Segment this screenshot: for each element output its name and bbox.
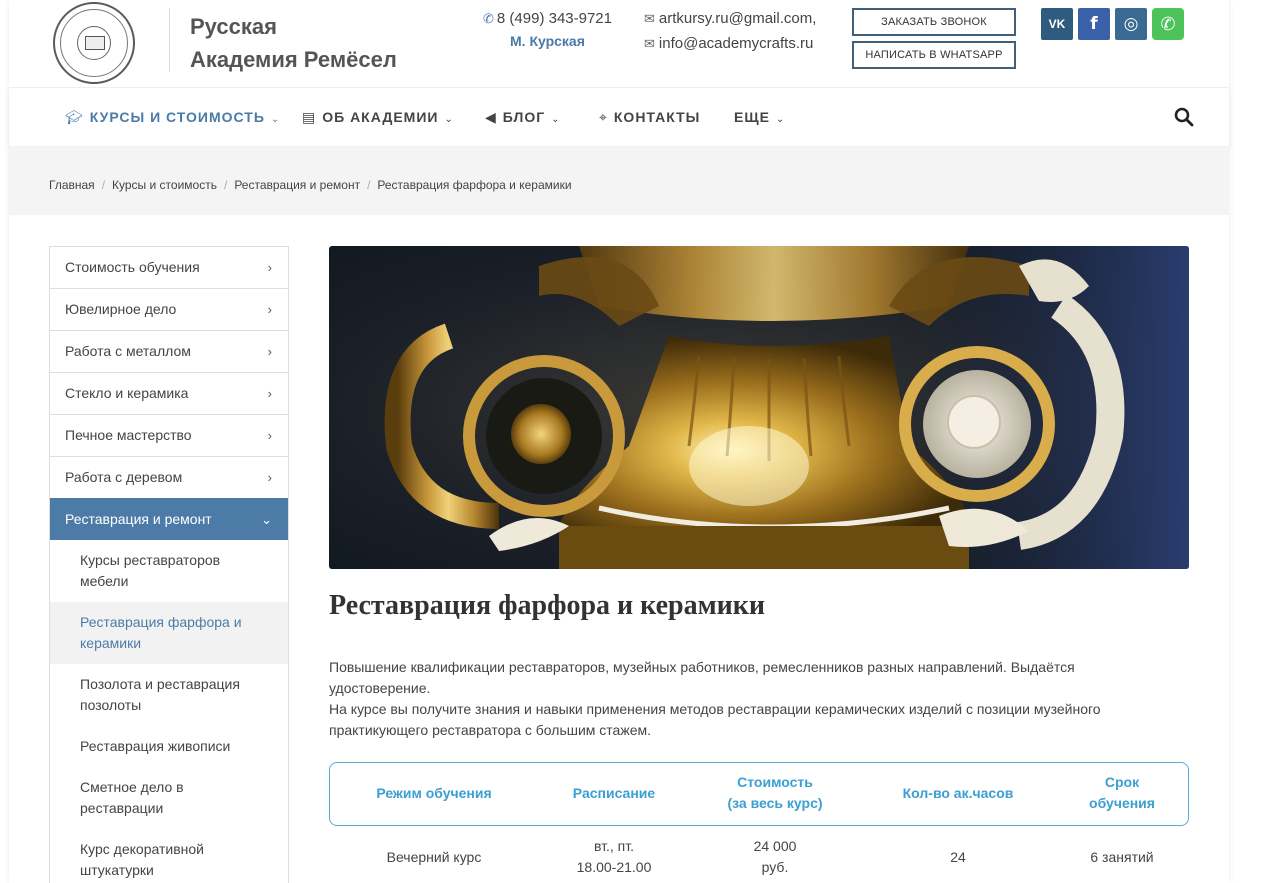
chevron-down-icon: ⌄ [551, 114, 561, 125]
chevron-right-icon: › [267, 260, 272, 275]
sidebar-subitem-porcelain[interactable]: Реставрация фарфора и керамики [50, 602, 288, 664]
map-pin-icon: ⌖ [599, 109, 608, 125]
brand-name[interactable]: Русская Академия Ремёсел [190, 10, 397, 76]
envelope-icon: ✉ [644, 36, 655, 51]
chevron-right-icon: › [267, 302, 272, 317]
sidebar-subitem-gilding[interactable]: Позолота и реставрация позолоты [50, 664, 288, 726]
table-header-duration: Срок обучения [1089, 774, 1155, 811]
megaphone-icon: ◀ [485, 109, 497, 125]
whatsapp-button[interactable]: НАПИСАТЬ В WHATSAPP [852, 41, 1016, 69]
chevron-right-icon: › [267, 344, 272, 359]
chevron-down-icon: ⌄ [270, 114, 281, 125]
nav-item-more[interactable]: ЕЩЕ ⌄ [734, 109, 785, 125]
nav-item-blog[interactable]: ◀ БЛОГ ⌄ [485, 109, 561, 126]
sidebar-subitem-plaster[interactable]: Курс декоративной штукатурки [50, 829, 288, 883]
chevron-right-icon: › [267, 428, 272, 443]
site-header: Русская Академия Ремёсел ✆ 8 (499) 343-97… [9, 0, 1229, 86]
sidebar-subitem-estimates[interactable]: Сметное дело в реставрации [50, 767, 288, 829]
logo-divider [169, 8, 170, 72]
table-header-schedule: Расписание [572, 784, 656, 801]
nav-item-about[interactable]: ▤ ОБ АКАДЕМИИ ⌄ [302, 109, 454, 126]
table-header-hours: Кол-во ак.часов [902, 784, 1014, 801]
table-cell-duration: 6 занятий [1090, 848, 1154, 865]
breadcrumb-bar: Главная / Курсы и стоимость / Реставрация и … [9, 147, 1229, 215]
table-cell-hours: 24 [950, 848, 966, 865]
table-cell-mode: Вечерний курс [386, 848, 482, 865]
facebook-icon[interactable]: f [1078, 8, 1110, 40]
breadcrumb-courses[interactable]: Курсы и стоимость [112, 178, 217, 192]
phone-link[interactable]: ✆ 8 (499) 343-9721 [483, 10, 612, 27]
nav-item-courses[interactable]: 🎓︎ КУРСЫ И СТОИМОСТЬ ⌄ [65, 109, 280, 126]
sidebar-item-glass[interactable]: Стекло и керамика › [50, 372, 288, 414]
logo-book-icon [85, 36, 105, 50]
metro-station: М. Курская [510, 33, 585, 49]
nav-item-contacts[interactable]: ⌖ КОНТАКТЫ [599, 109, 700, 126]
sidebar-subitem-furniture[interactable]: Курсы реставраторов мебели [50, 540, 288, 602]
course-description: Повышение квалификации реставраторов, му… [329, 659, 1101, 738]
email-link-2[interactable]: ✉ info@academycrafts.ru [644, 35, 813, 52]
sidebar-item-jewelry[interactable]: Ювелирное дело › [50, 288, 288, 330]
table-header-mode: Режим обучения [376, 784, 492, 801]
vk-icon[interactable]: VK [1041, 8, 1073, 40]
whatsapp-icon[interactable]: ✆ [1152, 8, 1184, 40]
sidebar-menu: Стоимость обучения › Ювелирное дело › Рабо… [49, 246, 289, 883]
chevron-right-icon: › [267, 386, 272, 401]
academy-logo[interactable] [53, 2, 135, 84]
main-nav: 🎓︎ КУРСЫ И СТОИМОСТЬ ⌄ ▤ ОБ АКАДЕМИИ ⌄ ◀ БЛОГ… [9, 87, 1229, 146]
page: Русская Академия Ремёсел ✆ 8 (499) 343-97… [9, 0, 1229, 883]
chevron-down-icon: ⌄ [775, 114, 786, 125]
table-cell-price: 24 000 руб. [753, 838, 797, 875]
search-icon[interactable] [1174, 107, 1194, 127]
chevron-down-icon: ⌄ [261, 512, 272, 527]
sidebar-item-stove[interactable]: Печное мастерство › [50, 414, 288, 456]
table-header-price: Стоимость (за весь курс) [727, 774, 823, 811]
sidebar-item-wood[interactable]: Работа с деревом › [50, 456, 288, 498]
email-link-1[interactable]: ✉ artkursy.ru@gmail.com, [644, 10, 816, 27]
table-cell-schedule: вт., пт. 18.00-21.00 [576, 838, 652, 875]
chevron-down-icon: ⌄ [444, 114, 454, 125]
hero-image-vase [329, 246, 1189, 569]
page-title: Реставрация фарфора и керамики [329, 590, 766, 621]
breadcrumb-home[interactable]: Главная [49, 178, 95, 192]
sidebar-item-pricing[interactable]: Стоимость обучения › [50, 246, 288, 288]
breadcrumb-restoration[interactable]: Реставрация и ремонт [234, 178, 360, 192]
sidebar-item-metal[interactable]: Работа с металлом › [50, 330, 288, 372]
order-call-button[interactable]: ЗАКАЗАТЬ ЗВОНОК [852, 8, 1016, 36]
breadcrumb: Главная / Курсы и стоимость / Реставрация и … [49, 178, 572, 192]
phone-icon: ✆ [483, 11, 494, 26]
sidebar-item-restoration[interactable]: Реставрация и ремонт ⌄ [50, 498, 288, 540]
breadcrumb-current: Реставрация фарфора и керамики [377, 178, 572, 192]
sidebar-subitem-painting[interactable]: Реставрация живописи [50, 726, 288, 767]
chevron-right-icon: › [267, 470, 272, 485]
building-icon: ▤ [302, 109, 317, 125]
instagram-icon[interactable]: ◎ [1115, 8, 1147, 40]
graduation-cap-icon: 🎓︎ [65, 109, 84, 125]
envelope-icon: ✉ [644, 11, 655, 26]
